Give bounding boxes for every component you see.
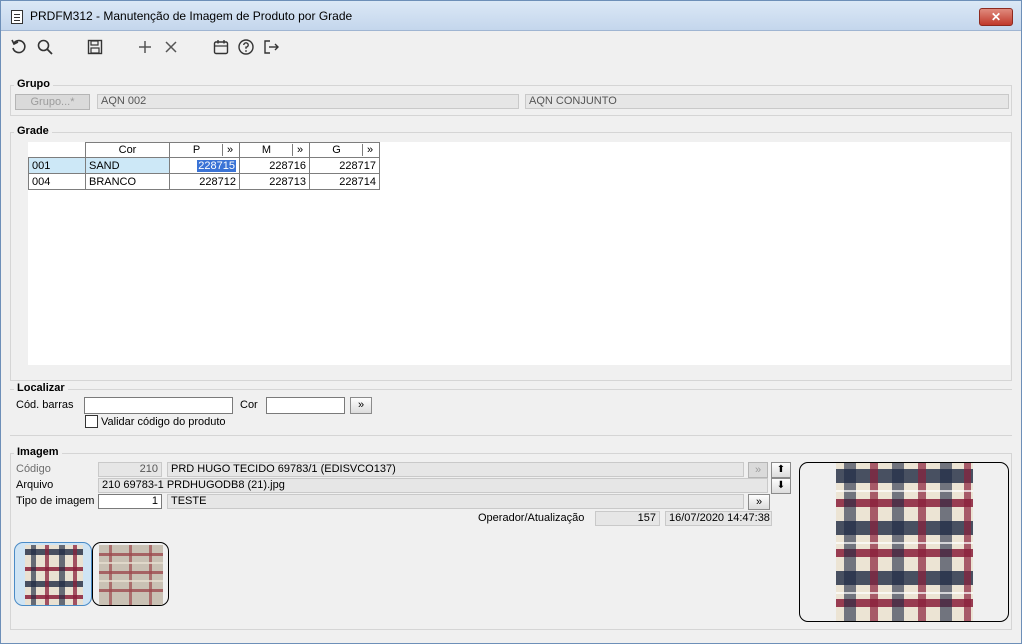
grade-header-cor: Cor xyxy=(85,142,170,158)
plaid-thumbnail-image xyxy=(25,545,83,605)
row-p-cell[interactable]: 228715 xyxy=(169,157,240,174)
row-g-cell[interactable]: 228714 xyxy=(309,173,380,190)
save-icon[interactable] xyxy=(85,38,105,58)
row-m-cell[interactable]: 228716 xyxy=(239,157,310,174)
grade-header-p[interactable]: P» xyxy=(169,142,240,158)
move-up-button[interactable]: ⬆ xyxy=(771,462,791,478)
calendar-icon[interactable] xyxy=(211,38,231,58)
delete-icon[interactable] xyxy=(161,38,181,58)
grade-grid[interactable]: Cor P» M» G» 001 SAND 228715 228716 2287… xyxy=(28,142,1010,365)
validate-checkbox[interactable] xyxy=(85,415,98,428)
cor-input[interactable] xyxy=(266,397,345,414)
arquivo-field: 210 69783-1 PRDHUGODB8 (21).jpg xyxy=(98,478,768,493)
search-icon[interactable] xyxy=(35,38,55,58)
title-bar: PRDFM312 - Manutenção de Imagem de Produ… xyxy=(1,1,1021,31)
tipo-label: Tipo de imagem xyxy=(16,495,95,507)
row-color-cell[interactable]: BRANCO xyxy=(85,173,170,190)
grupo-button[interactable]: Grupo...* xyxy=(15,94,90,110)
row-g-cell[interactable]: 228717 xyxy=(309,157,380,174)
document-icon xyxy=(11,10,23,24)
image-preview xyxy=(799,462,1009,622)
move-down-button[interactable]: ⬇ xyxy=(771,478,791,494)
thumbnail-2[interactable] xyxy=(92,542,169,606)
table-row[interactable]: 001 SAND 228715 228716 228717 xyxy=(28,157,380,174)
codigo-description-field: PRD HUGO TECIDO 69783/1 (EDISVCO137) xyxy=(167,462,744,477)
operador-label: Operador/Atualização xyxy=(478,512,585,524)
window-title: PRDFM312 - Manutenção de Imagem de Produ… xyxy=(30,9,353,23)
grupo-legend: Grupo xyxy=(14,78,53,90)
grade-header-m[interactable]: M» xyxy=(239,142,310,158)
grade-table: Cor P» M» G» 001 SAND 228715 228716 2287… xyxy=(28,142,380,190)
grade-header-code xyxy=(28,142,86,158)
add-icon[interactable] xyxy=(135,38,155,58)
plaid-preview-image xyxy=(836,463,973,621)
tipo-more-button[interactable]: » xyxy=(748,494,770,510)
grade-header-g-more-button[interactable]: » xyxy=(361,144,378,156)
refresh-icon[interactable] xyxy=(9,38,29,58)
row-m-cell[interactable]: 228713 xyxy=(239,173,310,190)
grade-legend: Grade xyxy=(14,125,52,137)
codigo-more-button[interactable]: » xyxy=(748,462,768,478)
validate-label: Validar código do produto xyxy=(101,416,226,428)
grupo-code-field: AQN 002 xyxy=(97,94,519,109)
codigo-value-field: 210 xyxy=(98,462,162,477)
thumbnail-1[interactable] xyxy=(14,542,92,606)
updated-at-field: 16/07/2020 14:47:38 xyxy=(665,511,772,526)
arquivo-label: Arquivo xyxy=(16,479,54,491)
operador-field: 157 xyxy=(595,511,660,526)
localizar-search-button[interactable]: » xyxy=(350,397,372,414)
grupo-description-field: AQN CONJUNTO xyxy=(525,94,1009,109)
plaid-thumbnail-image xyxy=(99,545,163,605)
close-button[interactable]: ✕ xyxy=(979,8,1013,26)
tipo-input[interactable]: 1 xyxy=(98,494,162,509)
grade-header-m-more-button[interactable]: » xyxy=(291,144,308,156)
table-row[interactable]: 004 BRANCO 228712 228713 228714 xyxy=(28,173,380,190)
row-p-cell[interactable]: 228712 xyxy=(169,173,240,190)
tipo-description-field: TESTE xyxy=(167,494,744,509)
row-code-cell[interactable]: 001 xyxy=(28,157,86,174)
row-p-value: 228715 xyxy=(197,159,236,172)
cor-label: Cor xyxy=(240,399,258,411)
localizar-legend: Localizar xyxy=(14,382,68,394)
codigo-label: Código xyxy=(16,463,51,475)
help-icon[interactable] xyxy=(236,38,256,58)
grade-header-p-more-button[interactable]: » xyxy=(221,144,238,156)
row-code-cell[interactable]: 004 xyxy=(28,173,86,190)
application-window: PRDFM312 - Manutenção de Imagem de Produ… xyxy=(0,0,1022,644)
exit-icon[interactable] xyxy=(261,38,281,58)
row-color-cell[interactable]: SAND xyxy=(85,157,170,174)
barcode-label: Cód. barras xyxy=(16,399,74,411)
grade-header-g[interactable]: G» xyxy=(309,142,380,158)
toolbar xyxy=(1,32,1021,62)
imagem-legend: Imagem xyxy=(14,446,62,458)
barcode-input[interactable] xyxy=(84,397,233,414)
